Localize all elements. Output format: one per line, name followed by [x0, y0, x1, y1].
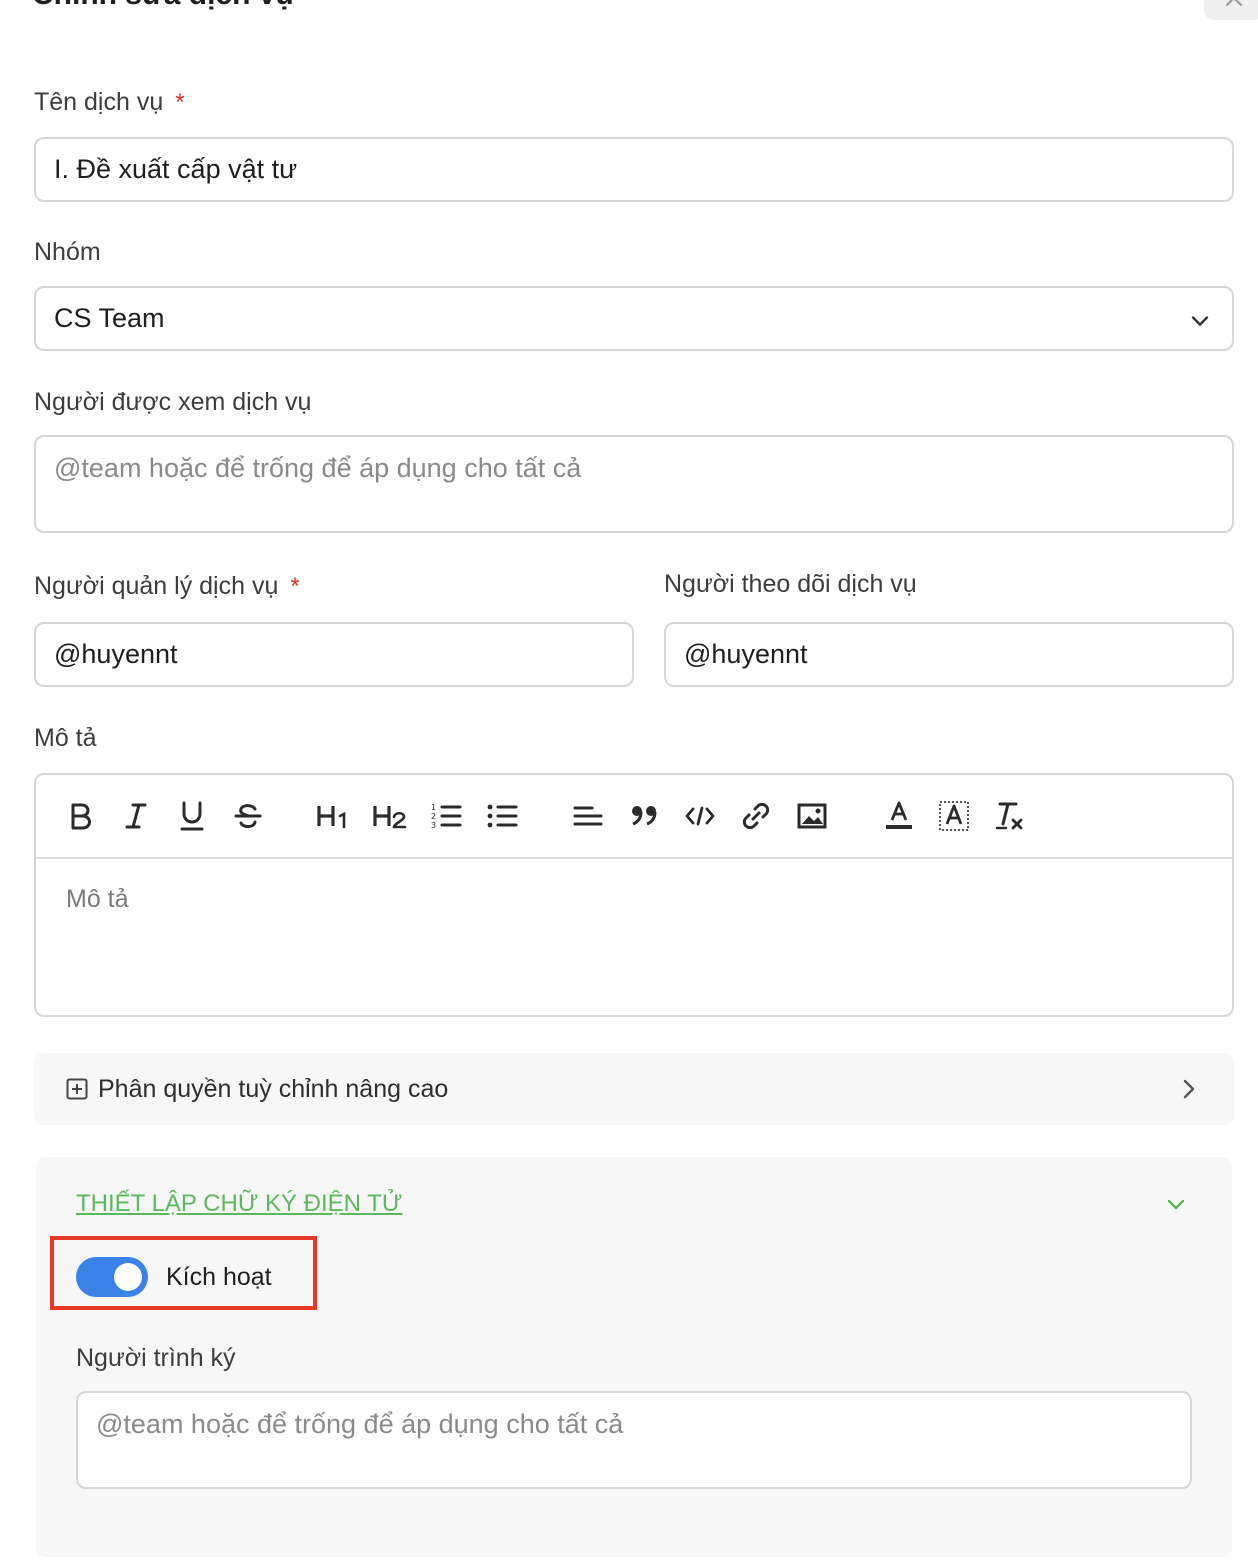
- strikethrough-icon[interactable]: [230, 797, 266, 835]
- submitter-placeholder: @team hoặc để trống để áp dụng cho tất c…: [96, 1409, 624, 1439]
- follower-label: Người theo dõi dịch vụ: [664, 570, 917, 598]
- required-mark: *: [290, 573, 300, 600]
- description-editor[interactable]: 123 Mô tả: [34, 773, 1234, 1017]
- close-button[interactable]: [1204, 0, 1258, 20]
- editor-toolbar: 123: [36, 775, 1232, 859]
- esign-title[interactable]: THIẾT LẬP CHỮ KÝ ĐIỆN TỬ: [76, 1190, 402, 1218]
- text-color-icon[interactable]: [881, 797, 917, 835]
- quote-icon[interactable]: [626, 797, 662, 835]
- activate-toggle[interactable]: [76, 1257, 148, 1297]
- follower-input[interactable]: @huyennt: [664, 622, 1234, 687]
- heading-2-icon[interactable]: [368, 797, 412, 835]
- clear-format-icon[interactable]: [992, 797, 1028, 835]
- ordered-list-icon[interactable]: 123: [428, 797, 464, 835]
- chevron-down-icon[interactable]: [1166, 1198, 1186, 1217]
- dialog-title: Chỉnh sửa dịch vụ: [32, 0, 294, 12]
- viewers-label: Người được xem dịch vụ: [34, 388, 312, 416]
- highlight-color-icon[interactable]: [936, 797, 972, 835]
- manager-input[interactable]: @huyennt: [34, 622, 634, 687]
- submitter-input[interactable]: @team hoặc để trống để áp dụng cho tất c…: [76, 1391, 1192, 1489]
- description-placeholder: Mô tả: [66, 885, 129, 913]
- svg-text:3: 3: [431, 821, 436, 830]
- image-icon[interactable]: [794, 797, 830, 835]
- bullet-list-icon[interactable]: [484, 797, 520, 835]
- service-name-label-text: Tên dịch vụ: [34, 88, 164, 116]
- description-label: Mô tả: [34, 724, 97, 752]
- group-label: Nhóm: [34, 238, 101, 266]
- close-icon[interactable]: [1223, 0, 1245, 14]
- service-name-label: Tên dịch vụ *: [34, 88, 185, 117]
- bold-icon[interactable]: [62, 797, 98, 835]
- group-value: CS Team: [54, 303, 165, 333]
- manager-label-text: Người quản lý dịch vụ: [34, 572, 279, 600]
- svg-text:1: 1: [431, 803, 436, 812]
- code-icon[interactable]: [682, 797, 718, 835]
- italic-icon[interactable]: [118, 797, 154, 835]
- viewers-placeholder: @team hoặc để trống để áp dụng cho tất c…: [54, 453, 582, 483]
- underline-icon[interactable]: [174, 797, 210, 835]
- service-name-input[interactable]: I. Đề xuất cấp vật tư: [34, 137, 1234, 202]
- follower-value: @huyennt: [684, 639, 808, 669]
- svg-text:2: 2: [431, 812, 436, 821]
- advanced-permissions-label: Phân quyền tuỳ chỉnh nâng cao: [98, 1075, 449, 1103]
- advanced-permissions-row[interactable]: Phân quyền tuỳ chỉnh nâng cao: [34, 1053, 1234, 1125]
- manager-label: Người quản lý dịch vụ *: [34, 572, 300, 601]
- toggle-knob: [114, 1263, 142, 1291]
- chevron-down-icon: [1190, 303, 1210, 334]
- required-mark: *: [175, 89, 185, 116]
- activate-label: Kích hoạt: [166, 1263, 272, 1291]
- chevron-right-icon: [1182, 1078, 1196, 1105]
- group-select[interactable]: CS Team: [34, 286, 1234, 351]
- heading-1-icon[interactable]: [312, 797, 356, 835]
- manager-value: @huyennt: [54, 639, 178, 669]
- plus-square-icon: [66, 1078, 88, 1105]
- link-icon[interactable]: [738, 797, 774, 835]
- service-name-value: I. Đề xuất cấp vật tư: [54, 154, 298, 184]
- viewers-input[interactable]: @team hoặc để trống để áp dụng cho tất c…: [34, 435, 1234, 533]
- submitter-label: Người trình ký: [76, 1344, 236, 1372]
- align-icon[interactable]: [570, 797, 606, 835]
